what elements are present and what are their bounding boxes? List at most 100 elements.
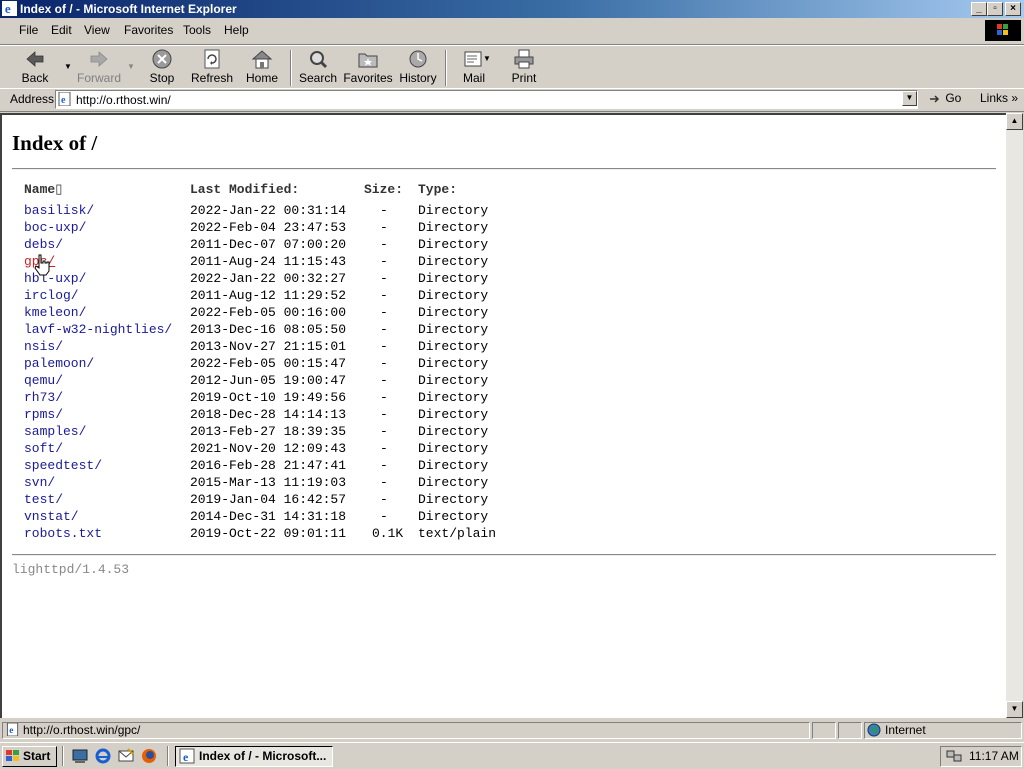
table-row: robots.txt 2019-Oct-22 09:01:11 0.1K text/p… (24, 526, 524, 543)
entry-modified: 2011-Aug-12 11:29:52 (190, 288, 347, 303)
entry-link[interactable]: robots.txt (24, 526, 102, 541)
entry-modified: 2016-Feb-28 21:47:41 (190, 458, 347, 473)
entry-link[interactable]: lavf-w32-nightlies/ (24, 322, 172, 337)
entry-type: Directory (418, 475, 489, 490)
entry-modified: 2022-Feb-05 00:15:47 (190, 356, 347, 371)
column-header-modified[interactable]: Last Modified: (190, 182, 299, 197)
table-row: rpms/2018-Dec-28 14:14:13 - Directory (24, 407, 524, 424)
refresh-button[interactable]: Refresh (187, 48, 237, 86)
mail-button[interactable]: Mail (449, 48, 499, 86)
entry-modified: 2019-Jan-04 16:42:57 (190, 492, 347, 507)
entry-link[interactable]: speedtest/ (24, 458, 102, 473)
entry-modified: 2019-Oct-22 09:01:11 (190, 526, 347, 541)
entry-size: - (380, 424, 388, 439)
entry-link[interactable]: rh73/ (24, 390, 63, 405)
svg-text:e: e (5, 1, 11, 16)
entry-link[interactable]: svn/ (24, 475, 55, 490)
entry-type: text/plain (418, 526, 497, 541)
clock[interactable]: 11:17 AM (969, 749, 1019, 763)
entry-link[interactable]: debs/ (24, 237, 63, 252)
system-tray: 11:17 AM (940, 746, 1022, 767)
entry-size: - (380, 509, 388, 524)
entry-link[interactable]: nsis/ (24, 339, 63, 354)
scroll-down-button[interactable]: ▼ (1006, 701, 1023, 718)
entry-link[interactable]: boc-uxp/ (24, 220, 86, 235)
entry-link[interactable]: test/ (24, 492, 63, 507)
forward-dropdown-icon[interactable]: ▼ (127, 62, 135, 71)
entry-link[interactable]: qemu/ (24, 373, 63, 388)
print-button[interactable]: Print (499, 48, 549, 86)
toolbar-separator (290, 50, 292, 86)
go-button[interactable]: Go (928, 91, 961, 105)
menu-edit[interactable]: Edit (51, 23, 72, 37)
favorites-button[interactable]: Favorites (343, 48, 393, 86)
scroll-up-button[interactable]: ▲ (1006, 113, 1023, 130)
table-row: palemoon/2022-Feb-05 00:15:47 - Directory (24, 356, 524, 373)
entry-size: - (380, 492, 388, 507)
table-row: speedtest/2016-Feb-28 21:47:41 - Directory (24, 458, 524, 475)
close-button[interactable]: × (1005, 2, 1021, 16)
menu-help[interactable]: Help (224, 23, 249, 37)
home-button[interactable]: Home (237, 48, 287, 86)
entry-type: Directory (418, 339, 489, 354)
address-url: http://o.rthost.win/ (76, 93, 171, 107)
maximize-button[interactable]: ▫ (987, 2, 1003, 16)
firefox-icon[interactable] (141, 748, 157, 764)
entry-link[interactable]: samples/ (24, 424, 86, 439)
home-icon (251, 50, 273, 69)
internet-explorer-icon[interactable] (95, 748, 111, 764)
printer-icon (514, 49, 534, 69)
entry-type: Directory (418, 288, 489, 303)
go-arrow-icon (930, 95, 940, 103)
back-button[interactable]: Back (10, 48, 60, 86)
column-header-name[interactable]: Name▯ (24, 182, 62, 197)
links-button[interactable]: Links » (980, 91, 1018, 105)
bottom-divider (12, 554, 996, 556)
menu-tools[interactable]: Tools (183, 23, 211, 37)
network-icon[interactable] (946, 748, 962, 764)
menu-view[interactable]: View (84, 23, 110, 37)
entry-type: Directory (418, 424, 489, 439)
entry-type: Directory (418, 254, 489, 269)
entry-size: - (380, 203, 388, 218)
entry-link[interactable]: basilisk/ (24, 203, 94, 218)
outlook-express-icon[interactable] (118, 748, 134, 764)
mail-dropdown-icon[interactable]: ▼ (483, 54, 491, 63)
search-icon (310, 51, 328, 69)
entry-link[interactable]: rpms/ (24, 407, 63, 422)
start-button[interactable]: Start (2, 746, 57, 767)
entry-modified: 2022-Feb-04 23:47:53 (190, 220, 347, 235)
ie-icon: e (2, 1, 17, 16)
entry-link[interactable]: vnstat/ (24, 509, 79, 524)
entry-link[interactable]: kmeleon/ (24, 305, 86, 320)
show-desktop-icon[interactable] (72, 748, 88, 764)
taskbar-item-ie-window[interactable]: e Index of / - Microsoft... (175, 746, 333, 767)
minimize-button[interactable]: _ (971, 2, 987, 16)
forward-button[interactable]: Forward (74, 48, 124, 86)
address-dropdown-button[interactable]: ▼ (902, 91, 917, 106)
entry-type: Directory (418, 458, 489, 473)
stop-button[interactable]: Stop (137, 48, 187, 86)
vertical-scrollbar[interactable]: ▲ ▼ (1006, 113, 1023, 718)
forward-arrow-icon (90, 51, 108, 67)
search-button[interactable]: Search (293, 48, 343, 86)
entry-link[interactable]: irclog/ (24, 288, 79, 303)
history-button[interactable]: History (393, 48, 443, 86)
back-dropdown-icon[interactable]: ▼ (64, 62, 72, 71)
table-row: test/2019-Jan-04 16:42:57 - Directory (24, 492, 524, 509)
column-header-type[interactable]: Type: (418, 182, 457, 197)
ie-icon: e (179, 748, 195, 764)
svg-text:e: e (9, 726, 13, 736)
title-bar[interactable]: e Index of / - Microsoft Internet Explor… (0, 0, 1024, 18)
entry-size: - (380, 254, 388, 269)
favorites-folder-icon (358, 53, 378, 68)
column-header-size[interactable]: Size: (364, 182, 403, 197)
entry-size: - (380, 271, 388, 286)
entry-type: Directory (418, 220, 489, 235)
entry-link[interactable]: soft/ (24, 441, 63, 456)
menu-file[interactable]: File (19, 23, 38, 37)
entry-modified: 2011-Aug-24 11:15:43 (190, 254, 347, 269)
menu-favorites[interactable]: Favorites (124, 23, 173, 37)
entry-link[interactable]: palemoon/ (24, 356, 94, 371)
address-input[interactable]: e http://o.rthost.win/ (55, 90, 918, 109)
